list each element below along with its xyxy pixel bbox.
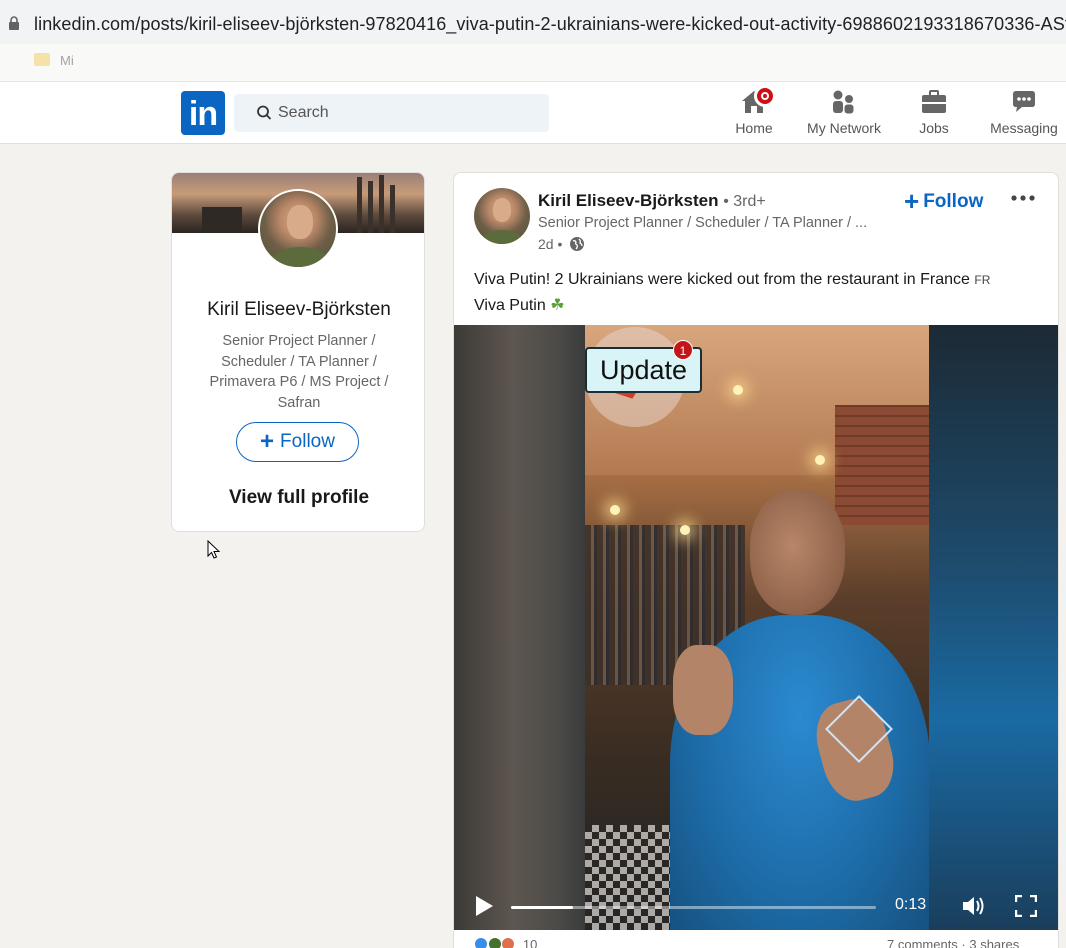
author-name[interactable]: Kiril Eliseev-Björksten xyxy=(538,191,718,210)
author-headline: Senior Project Planner / Scheduler / TA … xyxy=(538,215,868,231)
url-host: linkedin.com xyxy=(34,14,136,34)
profile-follow-button[interactable]: + Follow xyxy=(236,422,359,462)
post-text-line2: Viva Putin xyxy=(474,297,546,314)
celebrate-reaction-icon xyxy=(487,937,502,948)
messaging-icon xyxy=(1013,91,1035,112)
reactions-summary[interactable]: 10 xyxy=(474,937,537,948)
linkedin-logo[interactable]: in xyxy=(181,91,225,135)
lock-icon xyxy=(9,16,19,30)
profile-headline: Senior Project Planner / Scheduler / TA … xyxy=(209,333,389,411)
plus-icon: + xyxy=(904,186,920,216)
search-bar[interactable] xyxy=(234,94,549,132)
bookmark-item[interactable]: Mi xyxy=(60,53,74,68)
shamrock-icon: ☘ xyxy=(550,297,565,314)
network-icon xyxy=(833,90,854,114)
bookmarks-bar: Mi xyxy=(0,44,1066,82)
url-path: /posts/kiril-eliseev-björksten-97820416_… xyxy=(135,14,1066,34)
update-count-badge: 1 xyxy=(673,340,693,360)
like-reaction-icon xyxy=(474,937,488,948)
video-blur-right xyxy=(929,325,1058,930)
follow-label: Follow xyxy=(280,431,335,452)
video-detail xyxy=(835,405,929,525)
video-detail xyxy=(673,645,733,735)
mouse-cursor-icon xyxy=(207,540,221,559)
folder-icon xyxy=(34,53,50,66)
nav-item-my-network[interactable]: My Network xyxy=(800,82,888,144)
avatar-detail xyxy=(270,247,330,267)
fullscreen-icon[interactable] xyxy=(1015,895,1037,917)
avatar-detail xyxy=(481,230,523,244)
nav-item-jobs[interactable]: Jobs xyxy=(904,82,964,144)
search-input[interactable] xyxy=(278,94,538,132)
globe-icon xyxy=(570,237,585,251)
url-text: linkedin.com/posts/kiril-eliseev-björkst… xyxy=(34,14,1066,35)
video-time: 0:13 xyxy=(895,896,927,913)
video-detail xyxy=(815,455,825,465)
nav-item-label: Messaging xyxy=(990,120,1058,136)
video-detail xyxy=(733,385,743,395)
love-reaction-icon xyxy=(501,937,516,948)
plus-icon: + xyxy=(260,428,275,455)
nav-item-label: My Network xyxy=(807,120,881,136)
feed-post: Kiril Eliseev-Björksten • 3rd+ Senior Pr… xyxy=(453,172,1059,948)
video-progress-fill xyxy=(511,906,574,909)
video-detail xyxy=(680,525,690,535)
post-timestamp: 2d • xyxy=(538,236,585,252)
comments-shares-count[interactable]: 7 comments · 3 shares xyxy=(887,937,1019,948)
cover-detail xyxy=(368,181,373,233)
profile-name[interactable]: Kiril Eliseev-Björksten xyxy=(172,299,424,321)
briefcase-icon xyxy=(922,90,946,113)
browser-address-bar: linkedin.com/posts/kiril-eliseev-björkst… xyxy=(0,0,1066,44)
nav-item-messaging[interactable]: Messaging xyxy=(984,82,1064,144)
profile-card: Kiril Eliseev-Björksten Senior Project P… xyxy=(171,172,425,532)
author-avatar[interactable] xyxy=(474,188,530,244)
post-text-line1: Viva Putin! 2 Ukrainians were kicked out… xyxy=(474,271,970,288)
video-blur-left xyxy=(454,325,585,930)
top-navigation: in Home My Network Jobs xyxy=(0,82,1066,144)
avatar-detail xyxy=(493,198,511,222)
play-icon[interactable] xyxy=(474,895,494,917)
cover-detail xyxy=(379,175,384,233)
nav-item-home[interactable]: Home xyxy=(724,82,784,144)
profile-avatar[interactable] xyxy=(258,189,338,269)
search-icon xyxy=(257,105,272,120)
reactions-count: 10 xyxy=(522,937,538,948)
volume-icon[interactable] xyxy=(961,895,987,917)
post-text: Viva Putin! 2 Ukrainians were kicked out… xyxy=(474,267,1049,318)
follow-label: Follow xyxy=(923,191,984,212)
url-field[interactable]: linkedin.com/posts/kiril-eliseev-björkst… xyxy=(0,4,1066,36)
cover-detail xyxy=(357,177,362,233)
connection-degree: • 3rd+ xyxy=(723,193,766,210)
view-full-profile-link[interactable]: View full profile xyxy=(172,487,424,509)
video-detail xyxy=(610,505,620,515)
flag-fr-icon: FR xyxy=(974,273,991,287)
more-options-icon[interactable] xyxy=(1008,185,1040,211)
notification-badge xyxy=(754,85,776,107)
video-player[interactable]: Update 1 0:13 xyxy=(454,325,1058,930)
post-follow-button[interactable]: + Follow xyxy=(904,186,983,216)
avatar-detail xyxy=(287,205,313,239)
video-progress-bar[interactable] xyxy=(511,906,876,909)
video-detail xyxy=(750,490,845,615)
author-line: Kiril Eliseev-Björksten • 3rd+ xyxy=(538,191,766,211)
nav-item-label: Jobs xyxy=(919,120,949,136)
video-controls: 0:13 xyxy=(454,880,1058,930)
post-time-text: 2d • xyxy=(538,236,563,252)
cover-detail xyxy=(390,185,395,233)
nav-item-label: Home xyxy=(735,120,773,136)
cover-detail xyxy=(202,207,242,233)
